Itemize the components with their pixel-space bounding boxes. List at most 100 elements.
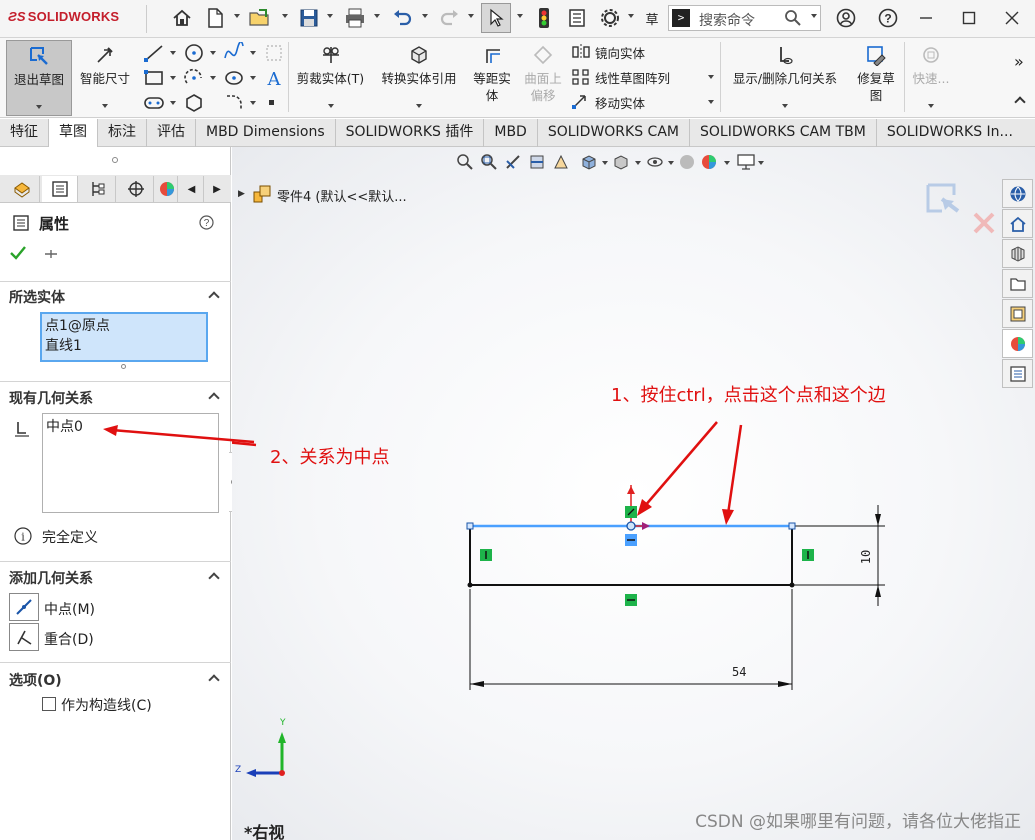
configuration-manager-tab-icon[interactable] [80, 176, 116, 202]
options-dropdown-icon[interactable] [628, 14, 634, 18]
file-explorer-icon[interactable] [1002, 269, 1033, 298]
quick-snaps-dropdown-icon[interactable] [928, 104, 934, 108]
horizontal-relation-glyph[interactable] [625, 534, 637, 546]
display-manager-tab-icon[interactable] [156, 176, 178, 202]
view-palette-icon[interactable] [1002, 299, 1033, 328]
ellipse-dropdown-icon[interactable] [250, 76, 256, 80]
tab-evaluate[interactable]: 评估 [147, 119, 196, 147]
corner-point[interactable] [467, 582, 473, 588]
offset-on-surface-button[interactable]: 曲面上 偏移 [519, 40, 567, 116]
trim-entities-button[interactable]: 剪裁实体(T) [293, 40, 368, 116]
arc-icon[interactable] [183, 67, 205, 93]
display-delete-relations-button[interactable]: 显示/删除几何关系 [724, 40, 846, 116]
tab-solidworks-cam-tbm[interactable]: SOLIDWORKS CAM TBM [690, 119, 877, 147]
print-icon[interactable] [343, 6, 367, 30]
design-library-icon[interactable] [1002, 239, 1033, 268]
more-commands-chevron-icon[interactable]: » [1014, 52, 1024, 71]
custom-properties-icon[interactable] [1002, 359, 1033, 388]
search-commands-box[interactable]: > 搜索命令 [668, 5, 821, 31]
point-icon[interactable] [269, 100, 274, 105]
move-entities-button[interactable]: 移动实体 [571, 91, 645, 113]
pushpin-icon[interactable] [43, 247, 59, 265]
options-gear-icon[interactable] [598, 6, 622, 30]
selected-item-line[interactable]: 直线1 [45, 335, 82, 355]
corner-point[interactable] [789, 582, 795, 588]
panel-grip-icon[interactable] [112, 157, 118, 163]
file-properties-icon[interactable] [565, 6, 589, 30]
vertical-relation-glyph[interactable] [480, 549, 492, 561]
smart-dimension-dropdown-icon[interactable] [102, 104, 108, 108]
fillet-dropdown-icon[interactable] [250, 101, 256, 105]
collapse-options-icon[interactable] [208, 674, 220, 686]
fillet-icon[interactable] [223, 92, 245, 118]
select-dropdown-icon[interactable] [517, 14, 523, 18]
print-dropdown-icon[interactable] [374, 14, 380, 18]
line-dropdown-icon[interactable] [170, 51, 176, 55]
selected-entities-list[interactable]: 点1@原点 直线1 [40, 312, 208, 362]
dimension-54-value[interactable]: 54 [732, 665, 746, 679]
selected-item-origin[interactable]: 点1@原点 [45, 315, 110, 335]
coincident-relation-button[interactable]: 重合(D) [44, 629, 94, 649]
exit-sketch-button[interactable]: 退出草图 [6, 40, 72, 116]
tab-sketch[interactable]: 草图 [49, 119, 98, 147]
tab-scroll-right-icon[interactable]: ▶ [205, 176, 229, 202]
slot-dropdown-icon[interactable] [170, 101, 176, 105]
tab-solidworks-cam[interactable]: SOLIDWORKS CAM [538, 119, 690, 147]
undo-icon[interactable] [390, 6, 414, 30]
panel-help-icon[interactable]: ? [199, 215, 214, 234]
circle-dropdown-icon[interactable] [210, 51, 216, 55]
rectangle-icon[interactable] [143, 67, 165, 93]
new-document-icon[interactable] [203, 6, 227, 30]
appearances-scenes-icon[interactable] [1002, 329, 1033, 358]
spline-icon[interactable] [223, 40, 245, 68]
repair-sketch-button[interactable]: 修复草 图 [850, 40, 902, 116]
redo-icon[interactable] [438, 6, 462, 30]
spline-dropdown-icon[interactable] [250, 51, 256, 55]
move-dropdown-icon[interactable] [708, 100, 714, 104]
search-dropdown-icon[interactable] [811, 14, 817, 18]
sketch-geometry[interactable] [232, 147, 1035, 840]
vertical-relation-glyph[interactable] [802, 549, 814, 561]
relation-item-midpoint[interactable]: 中点0 [46, 416, 83, 436]
dimension-10-value[interactable]: 10 [859, 550, 873, 564]
open-folder-icon[interactable] [248, 6, 272, 30]
relations-dropdown-icon[interactable] [782, 104, 788, 108]
property-manager-tab-icon[interactable] [42, 176, 78, 202]
midpoint-relation-button[interactable]: 中点(M) [44, 599, 95, 619]
collapse-selected-entities-icon[interactable] [208, 291, 220, 303]
feature-manager-tab-icon[interactable] [4, 176, 40, 202]
maximize-icon[interactable] [957, 6, 981, 30]
help-icon[interactable]: ? [876, 6, 900, 30]
convert-dropdown-icon[interactable] [416, 104, 422, 108]
undo-dropdown-icon[interactable] [422, 14, 428, 18]
polygon-icon[interactable] [183, 92, 205, 118]
collapse-add-relations-icon[interactable] [208, 572, 220, 584]
tab-solidworks-inspection[interactable]: SOLIDWORKS In... [877, 119, 1013, 147]
midpoint-relation-icon[interactable] [9, 593, 39, 621]
tab-solidworks-addins[interactable]: SOLIDWORKS 插件 [336, 119, 485, 147]
ok-checkmark-icon[interactable] [10, 246, 26, 264]
solidworks-resources-icon[interactable] [1002, 179, 1033, 208]
offset-entities-button[interactable]: 等距实 体 [467, 40, 517, 116]
user-account-icon[interactable] [834, 6, 858, 30]
select-pointer-icon[interactable] [481, 3, 511, 33]
trim-dropdown-icon[interactable] [328, 104, 334, 108]
rebuild-traffic-light-icon[interactable] [532, 6, 556, 30]
convert-entities-button[interactable]: 转换实体引用 [373, 40, 465, 116]
midpoint-relation-glyph[interactable] [625, 506, 637, 518]
horizontal-relation-glyph[interactable] [625, 594, 637, 606]
circle-icon[interactable] [183, 42, 205, 68]
graphics-area[interactable]: ▶ 零件4 (默认<<默认... 54 10 1、按住ctrl，点击这个点和这个… [103, 147, 1035, 840]
open-dropdown-icon[interactable] [282, 14, 288, 18]
rectangle-dropdown-icon[interactable] [170, 76, 176, 80]
new-dropdown-icon[interactable] [234, 14, 240, 18]
arc-dropdown-icon[interactable] [210, 76, 216, 80]
mirror-entities-button[interactable]: 镜向实体 [571, 41, 645, 63]
corner-point[interactable] [466, 522, 474, 530]
quick-snaps-button[interactable]: 快速... [907, 40, 955, 116]
smart-dimension-button[interactable]: 智能尺寸 [74, 40, 136, 116]
construction-checkbox-label[interactable]: 作为构造线(C) [61, 695, 152, 715]
dimxpert-tab-icon[interactable] [118, 176, 154, 202]
text-icon[interactable]: A [263, 67, 285, 93]
construction-checkbox[interactable] [42, 697, 56, 711]
